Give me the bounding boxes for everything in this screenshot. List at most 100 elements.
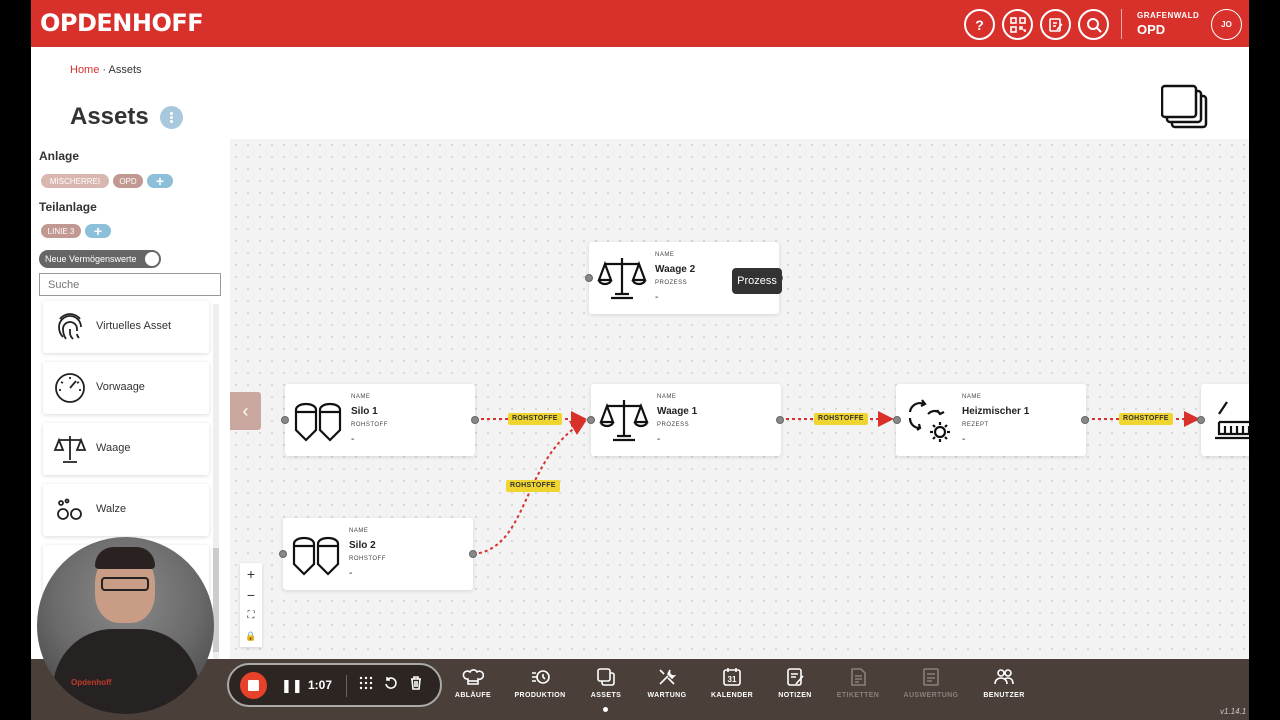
- bottom-nav-bar: ❚❚ 1:07 ABLÄUFE PRODUKTION ASSETS WARTUN…: [31, 659, 1249, 720]
- chip-linie-3[interactable]: LINIE 3: [41, 224, 81, 238]
- nav-kalender[interactable]: 31 KALENDER: [697, 665, 767, 699]
- node-key-type: PROZESS: [657, 422, 690, 428]
- node-value: -: [351, 434, 355, 445]
- node-value: -: [657, 434, 661, 445]
- edge-label[interactable]: ROHSTOFFE: [506, 480, 560, 492]
- asset-card-walze[interactable]: Walze: [43, 484, 209, 536]
- layers-stack-icon[interactable]: [1161, 84, 1209, 130]
- collapse-sidebar-button[interactable]: ‹: [230, 392, 261, 430]
- more-options-icon[interactable]: [160, 106, 183, 129]
- restart-icon[interactable]: [384, 676, 398, 693]
- tooltip: Prozess: [732, 268, 782, 294]
- edit-note-icon[interactable]: [1040, 9, 1071, 40]
- nav-assets[interactable]: ASSETS: [571, 665, 641, 699]
- handle-partial-in[interactable]: [1197, 416, 1205, 424]
- breadcrumb-current: Assets: [108, 64, 142, 76]
- asset-search-input[interactable]: [39, 273, 221, 296]
- asset-card-virtual[interactable]: Virtuelles Asset: [43, 301, 209, 353]
- breadcrumb-home[interactable]: Home: [70, 64, 99, 76]
- nav-wartung[interactable]: WARTUNG: [632, 665, 702, 699]
- handle-waage-1-out[interactable]: [776, 416, 784, 424]
- presenter-body: [53, 629, 199, 714]
- fit-view-button[interactable]: ⛶: [240, 605, 262, 626]
- node-silo-2[interactable]: NAME Silo 2 ROHSTOFF -: [283, 518, 473, 590]
- handle-silo-2-in[interactable]: [279, 550, 287, 558]
- handle-heizmischer-1-out[interactable]: [1081, 416, 1089, 424]
- node-key-name: NAME: [349, 528, 369, 534]
- handle-waage-2-in[interactable]: [585, 274, 593, 282]
- presenter-glasses: [101, 577, 149, 591]
- help-icon[interactable]: ?: [964, 9, 995, 40]
- toggle-knob: [145, 252, 159, 266]
- user-avatar[interactable]: JO: [1211, 9, 1242, 40]
- node-key-type: PROZESS: [655, 280, 688, 286]
- node-silo-1[interactable]: NAME Silo 1 ROHSTOFF -: [285, 384, 475, 456]
- recording-controls: ❚❚ 1:07: [227, 663, 442, 707]
- fingerprint-icon: [58, 313, 82, 340]
- presenter-hair: [95, 547, 155, 569]
- breadcrumb: Home · Assets: [70, 64, 142, 76]
- flow-canvas[interactable]: NAME Waage 2 PROZESS - Prozess NAME Silo…: [230, 139, 1249, 659]
- assets-stack-icon: [597, 668, 615, 686]
- asset-card-label: Walze: [96, 503, 127, 515]
- sidebar-scrollbar[interactable]: [213, 304, 219, 660]
- zoom-controls: + − ⛶ 🔒: [240, 563, 262, 647]
- add-anlage-button[interactable]: +: [147, 173, 173, 189]
- handle-silo-2-out[interactable]: [469, 550, 477, 558]
- trash-icon[interactable]: [409, 676, 423, 693]
- lock-icon[interactable]: 🔒: [240, 626, 262, 647]
- node-heizmischer-1[interactable]: NAME Heizmischer 1 REZEPT -: [896, 384, 1086, 456]
- asset-card-waage[interactable]: Waage: [43, 423, 209, 475]
- page-title: Assets: [70, 103, 149, 130]
- zoom-in-button[interactable]: +: [240, 563, 262, 584]
- node-name: Waage 1: [657, 406, 698, 417]
- new-assets-toggle[interactable]: Neue Vermögenswerte: [39, 250, 161, 268]
- nav-label: BENUTZER: [983, 692, 1025, 699]
- grid-icon[interactable]: [359, 676, 373, 693]
- pause-button[interactable]: ❚❚: [281, 678, 303, 694]
- scrollbar-thumb[interactable]: [213, 548, 219, 652]
- nav-notizen[interactable]: NOTIZEN: [760, 665, 830, 699]
- heat-mixer-icon: [908, 399, 950, 442]
- search-icon[interactable]: [1078, 9, 1109, 40]
- node-name: Silo 1: [351, 406, 378, 417]
- recording-time: 1:07: [308, 678, 333, 692]
- brand-logo[interactable]: OPDENHOFF: [40, 9, 204, 37]
- handle-silo-1-in[interactable]: [281, 416, 289, 424]
- nav-label: KALENDER: [710, 692, 754, 699]
- node-key-type: REZEPT: [962, 422, 989, 428]
- zoom-out-button[interactable]: −: [240, 584, 262, 605]
- chip-mischerrei[interactable]: MISCHERREI: [41, 174, 109, 188]
- add-teilanlage-button[interactable]: +: [85, 223, 111, 239]
- node-waage-1[interactable]: NAME Waage 1 PROZESS -: [591, 384, 781, 456]
- nav-label: WARTUNG: [647, 692, 687, 699]
- stop-recording-button[interactable]: [240, 672, 267, 699]
- tools-icon: [659, 669, 677, 685]
- nav-benutzer[interactable]: BENUTZER: [969, 665, 1039, 699]
- asset-card-vorwaage[interactable]: Vorwaage: [43, 362, 209, 414]
- label-icon: [851, 668, 866, 686]
- node-name: Waage 2: [655, 264, 696, 275]
- silo-icon: [292, 536, 340, 576]
- chip-opd[interactable]: OPD: [113, 174, 143, 188]
- toggle-label: Neue Vermögenswerte: [45, 254, 137, 264]
- app-window: OPDENHOFF ? GRAFENWALD OPD JO Home · Ass…: [31, 0, 1249, 720]
- heater-icon: [1215, 401, 1249, 440]
- handle-waage-1-in[interactable]: [587, 416, 595, 424]
- nav-label: ASSETS: [590, 692, 622, 699]
- handle-heizmischer-1-in[interactable]: [893, 416, 901, 424]
- handle-silo-1-out[interactable]: [471, 416, 479, 424]
- webcam-overlay[interactable]: Opdenhoff: [37, 537, 214, 714]
- node-partial[interactable]: [1201, 384, 1249, 456]
- edge-label[interactable]: ROHSTOFFE: [814, 413, 868, 425]
- asset-card-label: Virtuelles Asset: [96, 320, 172, 332]
- edge-label[interactable]: ROHSTOFFE: [1119, 413, 1173, 425]
- nav-ablaeufe[interactable]: ABLÄUFE: [438, 665, 508, 699]
- nav-label: ETIKETTEN: [836, 692, 880, 699]
- edge-label[interactable]: ROHSTOFFE: [508, 413, 562, 425]
- qr-code-icon[interactable]: [1002, 9, 1033, 40]
- node-key-name: NAME: [351, 394, 371, 400]
- nav-produktion[interactable]: PRODUKTION: [505, 665, 575, 699]
- users-icon: [994, 669, 1014, 685]
- scale-icon: [597, 258, 647, 300]
